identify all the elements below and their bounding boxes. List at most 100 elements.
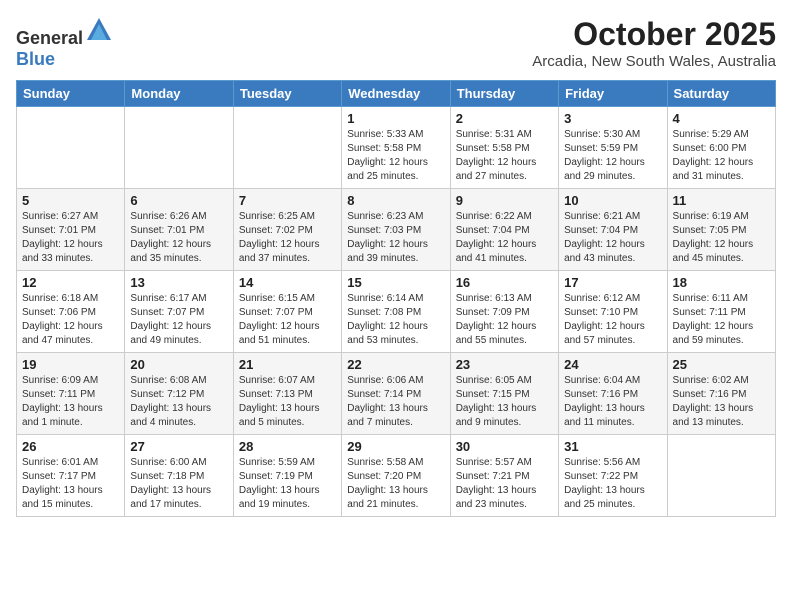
table-row: 16 Sunrise: 6:13 AM Sunset: 7:09 PM Dayli… [450, 271, 558, 353]
table-row [125, 107, 233, 189]
day-info: Sunrise: 6:09 AM Sunset: 7:11 PM Dayligh… [22, 374, 119, 430]
day-number: 12 [22, 275, 119, 290]
day-number: 4 [673, 111, 770, 126]
table-row [667, 435, 775, 517]
day-number: 16 [456, 275, 553, 290]
header-monday: Monday [125, 81, 233, 107]
day-info: Sunrise: 5:30 AM Sunset: 5:59 PM Dayligh… [564, 128, 661, 184]
day-number: 20 [130, 357, 227, 372]
header-thursday: Thursday [450, 81, 558, 107]
calendar-week-row: 12Sunrise: 6:18 AM Sunset: 7:06 PM Dayli… [17, 271, 776, 353]
logo-blue: Blue [16, 49, 55, 69]
day-info: Sunrise: 5:58 AM Sunset: 7:20 PM Dayligh… [347, 456, 444, 512]
header-sunday: Sunday [17, 81, 125, 107]
table-row: 27Sunrise: 6:00 AM Sunset: 7:18 PM Dayli… [125, 435, 233, 517]
header-saturday: Saturday [667, 81, 775, 107]
day-number: 25 [673, 357, 770, 372]
day-number: 17 [564, 275, 661, 290]
title-area: October 2025 Arcadia, New South Wales, A… [532, 16, 776, 70]
day-info: Sunrise: 6:07 AM Sunset: 7:13 PM Dayligh… [239, 374, 336, 430]
header-wednesday: Wednesday [342, 81, 450, 107]
logo-icon [85, 16, 113, 44]
table-row: 28 Sunrise: 5:59 AM Sunset: 7:19 PM Dayli… [233, 435, 341, 517]
day-number: 22 [347, 357, 444, 372]
day-info: Sunrise: 5:33 AM Sunset: 5:58 PM Dayligh… [347, 128, 444, 184]
day-info: Sunrise: 6:22 AM Sunset: 7:04 PM Dayligh… [456, 210, 553, 266]
day-number: 8 [347, 193, 444, 208]
logo: General Blue [16, 16, 113, 70]
table-row: 9 Sunrise: 6:22 AM Sunset: 7:04 PM Daylig… [450, 189, 558, 271]
day-number: 19 [22, 357, 119, 372]
table-row: 29 Sunrise: 5:58 AM Sunset: 7:20 PM Dayli… [342, 435, 450, 517]
page-header: General Blue October 2025 Arcadia, New S… [16, 16, 776, 70]
table-row: 2Sunrise: 5:31 AM Sunset: 5:58 PM Daylig… [450, 107, 558, 189]
table-row: 4 Sunrise: 5:29 AM Sunset: 6:00 PM Daylig… [667, 107, 775, 189]
table-row: 31 Sunrise: 5:56 AM Sunset: 7:22 PM Dayli… [559, 435, 667, 517]
day-info: Sunrise: 6:01 AM Sunset: 7:17 PM Dayligh… [22, 456, 119, 512]
calendar-week-row: 19 Sunrise: 6:09 AM Sunset: 7:11 PM Dayli… [17, 353, 776, 435]
table-row: 7Sunrise: 6:25 AM Sunset: 7:02 PM Daylig… [233, 189, 341, 271]
calendar-header-row: Sunday Monday Tuesday Wednesday Thursday… [17, 81, 776, 107]
day-info: Sunrise: 6:13 AM Sunset: 7:09 PM Dayligh… [456, 292, 553, 348]
table-row: 8Sunrise: 6:23 AM Sunset: 7:03 PM Daylig… [342, 189, 450, 271]
day-info: Sunrise: 5:31 AM Sunset: 5:58 PM Dayligh… [456, 128, 553, 184]
day-number: 3 [564, 111, 661, 126]
day-info: Sunrise: 5:29 AM Sunset: 6:00 PM Dayligh… [673, 128, 770, 184]
table-row: 18Sunrise: 6:11 AM Sunset: 7:11 PM Dayli… [667, 271, 775, 353]
day-info: Sunrise: 6:19 AM Sunset: 7:05 PM Dayligh… [673, 210, 770, 266]
table-row: 15Sunrise: 6:14 AM Sunset: 7:08 PM Dayli… [342, 271, 450, 353]
table-row: 11 Sunrise: 6:19 AM Sunset: 7:05 PM Dayli… [667, 189, 775, 271]
day-number: 29 [347, 439, 444, 454]
day-info: Sunrise: 6:21 AM Sunset: 7:04 PM Dayligh… [564, 210, 661, 266]
calendar-week-row: 1 Sunrise: 5:33 AM Sunset: 5:58 PM Daylig… [17, 107, 776, 189]
day-number: 14 [239, 275, 336, 290]
table-row [233, 107, 341, 189]
table-row: 24 Sunrise: 6:04 AM Sunset: 7:16 PM Dayli… [559, 353, 667, 435]
day-number: 21 [239, 357, 336, 372]
day-info: Sunrise: 6:15 AM Sunset: 7:07 PM Dayligh… [239, 292, 336, 348]
day-number: 6 [130, 193, 227, 208]
day-number: 23 [456, 357, 553, 372]
table-row: 19 Sunrise: 6:09 AM Sunset: 7:11 PM Dayli… [17, 353, 125, 435]
day-number: 1 [347, 111, 444, 126]
day-info: Sunrise: 6:04 AM Sunset: 7:16 PM Dayligh… [564, 374, 661, 430]
table-row: 25Sunrise: 6:02 AM Sunset: 7:16 PM Dayli… [667, 353, 775, 435]
day-info: Sunrise: 5:59 AM Sunset: 7:19 PM Dayligh… [239, 456, 336, 512]
day-number: 11 [673, 193, 770, 208]
table-row: 22Sunrise: 6:06 AM Sunset: 7:14 PM Dayli… [342, 353, 450, 435]
table-row: 26 Sunrise: 6:01 AM Sunset: 7:17 PM Dayli… [17, 435, 125, 517]
table-row: 5Sunrise: 6:27 AM Sunset: 7:01 PM Daylig… [17, 189, 125, 271]
day-info: Sunrise: 6:17 AM Sunset: 7:07 PM Dayligh… [130, 292, 227, 348]
day-number: 24 [564, 357, 661, 372]
day-number: 30 [456, 439, 553, 454]
day-number: 31 [564, 439, 661, 454]
day-number: 7 [239, 193, 336, 208]
day-info: Sunrise: 6:12 AM Sunset: 7:10 PM Dayligh… [564, 292, 661, 348]
table-row: 13 Sunrise: 6:17 AM Sunset: 7:07 PM Dayli… [125, 271, 233, 353]
table-row: 17 Sunrise: 6:12 AM Sunset: 7:10 PM Dayli… [559, 271, 667, 353]
day-number: 9 [456, 193, 553, 208]
table-row: 20Sunrise: 6:08 AM Sunset: 7:12 PM Dayli… [125, 353, 233, 435]
table-row: 10Sunrise: 6:21 AM Sunset: 7:04 PM Dayli… [559, 189, 667, 271]
day-number: 26 [22, 439, 119, 454]
day-info: Sunrise: 5:57 AM Sunset: 7:21 PM Dayligh… [456, 456, 553, 512]
table-row: 21 Sunrise: 6:07 AM Sunset: 7:13 PM Dayli… [233, 353, 341, 435]
day-info: Sunrise: 6:27 AM Sunset: 7:01 PM Dayligh… [22, 210, 119, 266]
logo-text: General Blue [16, 16, 113, 70]
header-friday: Friday [559, 81, 667, 107]
day-number: 13 [130, 275, 227, 290]
location-title: Arcadia, New South Wales, Australia [532, 53, 776, 70]
logo-general: General [16, 28, 83, 48]
day-info: Sunrise: 6:26 AM Sunset: 7:01 PM Dayligh… [130, 210, 227, 266]
day-number: 27 [130, 439, 227, 454]
calendar-week-row: 5Sunrise: 6:27 AM Sunset: 7:01 PM Daylig… [17, 189, 776, 271]
day-info: Sunrise: 6:11 AM Sunset: 7:11 PM Dayligh… [673, 292, 770, 348]
day-number: 15 [347, 275, 444, 290]
table-row: 6 Sunrise: 6:26 AM Sunset: 7:01 PM Daylig… [125, 189, 233, 271]
table-row: 14 Sunrise: 6:15 AM Sunset: 7:07 PM Dayli… [233, 271, 341, 353]
day-info: Sunrise: 5:56 AM Sunset: 7:22 PM Dayligh… [564, 456, 661, 512]
table-row: 30 Sunrise: 5:57 AM Sunset: 7:21 PM Dayli… [450, 435, 558, 517]
table-row: 12Sunrise: 6:18 AM Sunset: 7:06 PM Dayli… [17, 271, 125, 353]
day-number: 28 [239, 439, 336, 454]
table-row: 3 Sunrise: 5:30 AM Sunset: 5:59 PM Daylig… [559, 107, 667, 189]
